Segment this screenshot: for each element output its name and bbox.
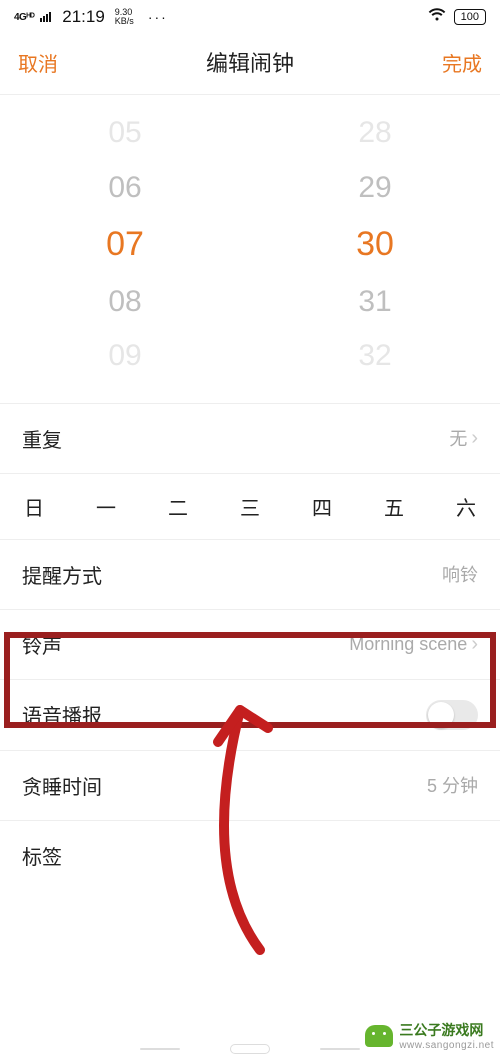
chevron-right-icon: › (471, 633, 478, 656)
battery-percent: 100 (461, 11, 479, 23)
network-type: 4Gᴴᴰ (14, 12, 34, 23)
voice-label: 语音播报 (22, 700, 102, 729)
minute-option[interactable]: 29 (358, 168, 391, 209)
weekday-sun[interactable]: 日 (24, 492, 44, 521)
done-button[interactable]: 完成 (442, 48, 482, 77)
nav-recent-icon (320, 1048, 360, 1050)
snooze-label: 贪睡时间 (22, 771, 102, 800)
reminder-row[interactable]: 提醒方式 响铃 (0, 539, 500, 609)
hour-selected[interactable]: 07 (106, 222, 144, 268)
reminder-value: 响铃 (442, 561, 478, 587)
battery-indicator: 100 (454, 9, 486, 25)
minute-option[interactable]: 31 (358, 282, 391, 323)
voice-toggle[interactable] (426, 700, 478, 730)
clock-time: 21:19 (62, 7, 105, 27)
tag-row[interactable]: 标签 (0, 820, 500, 890)
signal-icon (40, 12, 51, 22)
repeat-label: 重复 (22, 424, 62, 453)
minute-column[interactable]: 28 29 30 31 32 (250, 113, 500, 377)
minute-selected[interactable]: 30 (356, 222, 394, 268)
nav-bar: 取消 编辑闹钟 完成 (0, 34, 500, 94)
weekday-fri[interactable]: 五 (384, 492, 404, 521)
page-title: 编辑闹钟 (206, 46, 294, 78)
repeat-row[interactable]: 重复 无 › (0, 403, 500, 473)
hour-option[interactable]: 08 (108, 282, 141, 323)
hour-option[interactable]: 06 (108, 168, 141, 209)
snooze-value: 5 分钟 (427, 772, 478, 798)
weekday-thu[interactable]: 四 (312, 492, 332, 521)
status-left: 4Gᴴᴰ 21:19 9.30 KB/s ··· (14, 7, 168, 27)
chevron-right-icon: › (471, 427, 478, 450)
hour-option[interactable]: 09 (108, 336, 141, 377)
time-picker[interactable]: 05 06 07 08 09 28 29 30 31 32 (0, 94, 500, 403)
watermark: 三公子游戏网 www.sangongzi.net (365, 1020, 494, 1051)
weekday-selector: 日 一 二 三 四 五 六 (0, 473, 500, 539)
voice-row: 语音播报 (0, 679, 500, 750)
speed-unit: KB/s (115, 17, 134, 26)
watermark-url: www.sangongzi.net (399, 1040, 494, 1051)
weekday-wed[interactable]: 三 (240, 492, 260, 521)
status-right: 100 (428, 8, 486, 26)
weekday-tue[interactable]: 二 (168, 492, 188, 521)
hour-column[interactable]: 05 06 07 08 09 (0, 113, 250, 377)
wifi-icon (428, 8, 446, 26)
tag-label: 标签 (22, 841, 62, 870)
nav-back-icon (140, 1048, 180, 1050)
cancel-button[interactable]: 取消 (18, 48, 58, 77)
minute-option[interactable]: 28 (358, 113, 391, 154)
reminder-label: 提醒方式 (22, 560, 102, 589)
more-dots-icon: ··· (148, 9, 168, 25)
weekday-mon[interactable]: 一 (96, 492, 116, 521)
snooze-row[interactable]: 贪睡时间 5 分钟 (0, 750, 500, 820)
ringtone-row[interactable]: 铃声 Morning scene › (0, 609, 500, 679)
ringtone-value: Morning scene › (349, 633, 478, 656)
nav-home-icon (230, 1044, 270, 1054)
hour-option[interactable]: 05 (108, 113, 141, 154)
repeat-value: 无 › (449, 425, 478, 451)
ringtone-label: 铃声 (22, 630, 62, 659)
network-speed: 9.30 KB/s (115, 8, 134, 26)
weekday-sat[interactable]: 六 (456, 492, 476, 521)
minute-option[interactable]: 32 (358, 336, 391, 377)
watermark-title: 三公子游戏网 (399, 1022, 483, 1038)
android-icon (365, 1025, 393, 1047)
watermark-text: 三公子游戏网 www.sangongzi.net (399, 1020, 494, 1051)
status-bar: 4Gᴴᴰ 21:19 9.30 KB/s ··· 100 (0, 0, 500, 34)
